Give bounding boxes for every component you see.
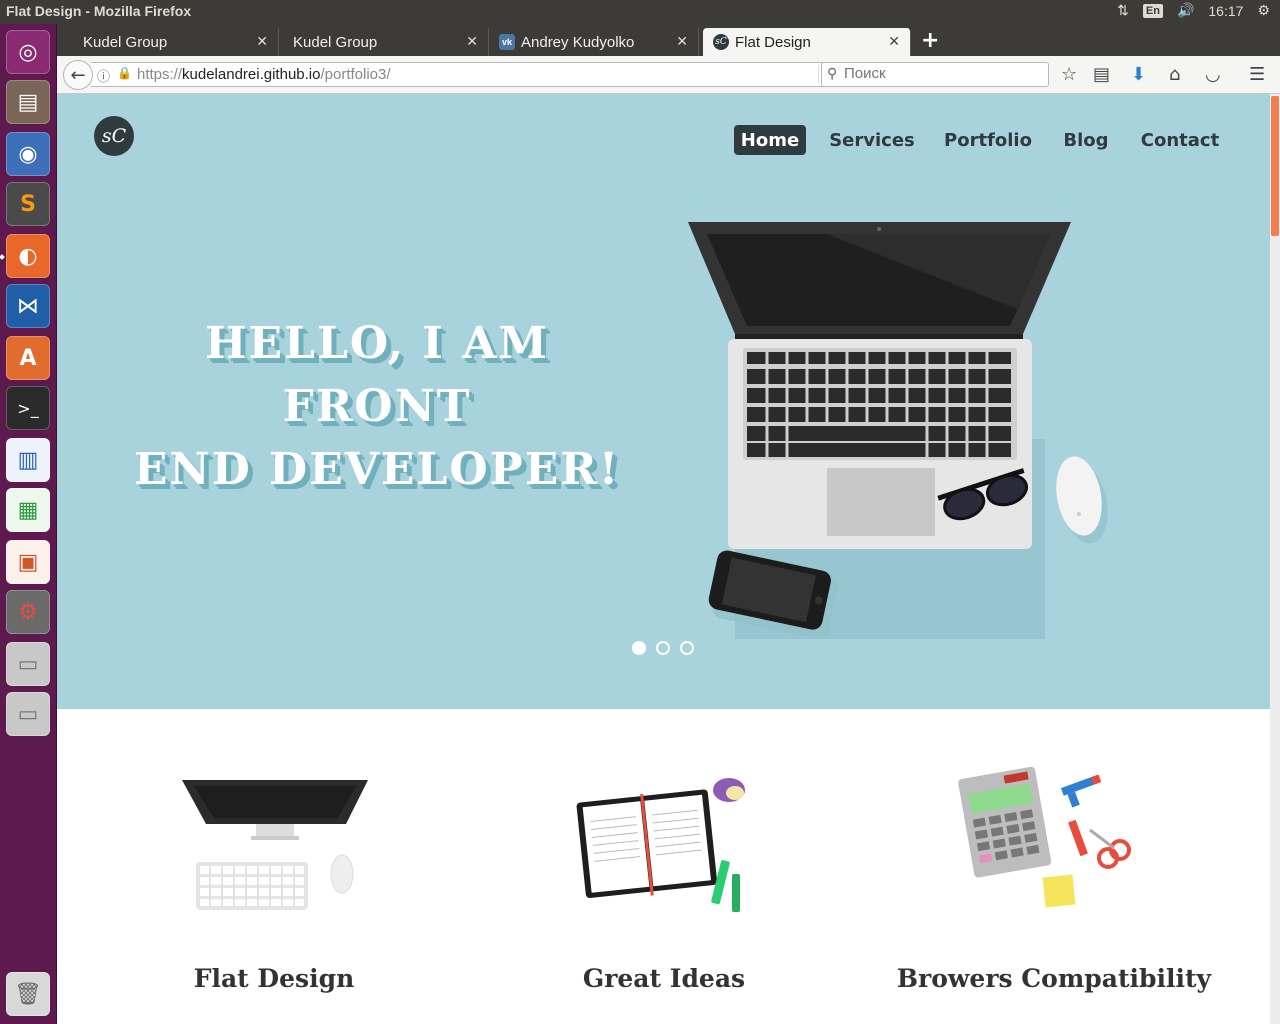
lock-icon: 🔒 <box>117 66 132 80</box>
software-center-icon[interactable]: A <box>6 336 50 380</box>
top-panel: Flat Design - Mozilla Firefox ⇅ En 🔊 16:… <box>0 0 1280 24</box>
tab-label: Flat Design <box>735 33 811 51</box>
tab-flat-design[interactable]: sC Flat Design ✕ <box>703 28 911 56</box>
launcher: ◎ ▤ ◉ S ◐ ⋈ A >_ ▥ ▦ ▣ ⚙ ▭ ▭ 🗑 <box>0 24 57 1024</box>
nav-portfolio[interactable]: Portfolio <box>940 125 1036 155</box>
nav-services[interactable]: Services <box>826 125 918 155</box>
nav-contact[interactable]: Contact <box>1137 125 1223 155</box>
nav-blog[interactable]: Blog <box>1058 125 1114 155</box>
page-scrollbar[interactable] <box>1270 94 1280 1024</box>
hero-headline: HELLO, I AM FRONT END DEVELOPER! <box>117 312 637 501</box>
firefox-icon[interactable]: ◐ <box>6 234 50 278</box>
tab-label: Kudel Group <box>83 33 168 51</box>
bookmark-star-icon[interactable]: ☆ <box>1061 64 1077 85</box>
impress-icon[interactable]: ▣ <box>6 540 50 584</box>
calculator-illustration <box>958 766 1131 908</box>
terminal-icon[interactable]: >_ <box>6 386 50 430</box>
search-bar[interactable]: ⚲ <box>821 62 1049 87</box>
vscode-icon[interactable]: ⋈ <box>6 284 50 328</box>
close-icon[interactable]: ✕ <box>256 33 268 50</box>
headline-line-2: END DEVELOPER! <box>133 444 621 495</box>
url-path: /portfolio3/ <box>320 66 391 83</box>
drive-icon-2[interactable]: ▭ <box>6 692 50 736</box>
slider-dot-2[interactable] <box>656 641 670 655</box>
site-logo[interactable]: sC <box>94 116 134 156</box>
system-settings-icon[interactable]: ⚙ <box>6 590 50 634</box>
tab-kudel-group-2[interactable]: Kudel Group ✕ <box>279 28 489 56</box>
tab-andrey-kudyolko[interactable]: vk Andrey Kudyolko ✕ <box>489 28 699 56</box>
laptop-illustration <box>688 222 1108 639</box>
headline-line-1: HELLO, I AM FRONT <box>204 318 550 432</box>
notebook-illustration <box>576 778 745 912</box>
page-viewport: sC Home Services Portfolio Blog Contact … <box>57 94 1270 1024</box>
keyboard-layout[interactable]: En <box>1142 3 1163 18</box>
arrow-left-icon: ← <box>70 64 86 86</box>
tab-label: Andrey Kudyolko <box>521 33 635 51</box>
drive-icon[interactable]: ▭ <box>6 642 50 686</box>
close-icon[interactable]: ✕ <box>466 33 478 50</box>
slider-dot-3[interactable] <box>680 641 694 655</box>
nav-home[interactable]: Home <box>734 125 806 155</box>
feature-title: Browers Compatibility <box>896 964 1212 993</box>
url-host: kudelandrei.github.io <box>182 66 321 83</box>
search-input[interactable] <box>844 65 1044 82</box>
feature-title: Flat Design <box>193 964 355 993</box>
info-icon[interactable]: ⓘ <box>97 66 110 85</box>
close-icon[interactable]: ✕ <box>888 33 900 50</box>
network-icon[interactable]: ⇅ <box>1117 2 1129 19</box>
url-bar[interactable]: ⓘ 🔒 https://kudelandrei.github.io/portfo… <box>91 62 845 87</box>
menu-icon[interactable]: ☰ <box>1249 64 1265 85</box>
hero-section: sC Home Services Portfolio Blog Contact … <box>57 94 1270 709</box>
url-scheme: https:// <box>137 66 183 83</box>
back-button[interactable]: ← <box>63 60 93 90</box>
panel-indicators: ⇅ En 🔊 16:17 ⚙ <box>1117 2 1270 19</box>
search-icon: ⚲ <box>827 65 838 81</box>
desktop-illustration <box>182 780 368 910</box>
feature-title: Great Ideas <box>582 964 746 993</box>
files-icon[interactable]: ▤ <box>6 80 50 124</box>
vk-icon: vk <box>499 34 515 50</box>
new-tab-button[interactable]: + <box>921 28 939 53</box>
slider-dot-1[interactable] <box>632 641 646 655</box>
calc-icon[interactable]: ▦ <box>6 488 50 532</box>
bookmarks-list-icon[interactable]: ▤ <box>1093 64 1110 85</box>
tab-kudel-group-1[interactable]: Kudel Group ✕ <box>69 28 279 56</box>
slider-dots <box>632 641 694 655</box>
scrollbar-thumb[interactable] <box>1271 96 1279 236</box>
window-title: Flat Design - Mozilla Firefox <box>6 3 192 19</box>
gear-icon[interactable]: ⚙ <box>1257 2 1270 19</box>
site-favicon-icon: sC <box>713 34 729 50</box>
home-icon[interactable]: ⌂ <box>1169 64 1180 85</box>
ubuntu-dash-icon[interactable]: ◎ <box>6 30 50 74</box>
navigation-toolbar: ⓘ 🔒 https://kudelandrei.github.io/portfo… <box>57 56 1280 94</box>
downloads-icon[interactable]: ⬇ <box>1131 64 1146 85</box>
volume-icon[interactable]: 🔊 <box>1177 2 1194 19</box>
url-text[interactable]: https://kudelandrei.github.io/portfolio3… <box>137 66 391 83</box>
close-icon[interactable]: ✕ <box>676 33 688 50</box>
sublime-text-icon[interactable]: S <box>6 182 50 226</box>
writer-icon[interactable]: ▥ <box>6 438 50 482</box>
tab-label: Kudel Group <box>293 33 378 51</box>
pocket-icon[interactable]: ◡ <box>1205 64 1221 85</box>
running-indicator <box>0 254 5 260</box>
clock[interactable]: 16:17 <box>1208 3 1243 19</box>
trash-icon[interactable]: 🗑 <box>6 972 50 1016</box>
tab-bar: Kudel Group ✕ Kudel Group ✕ vk Andrey Ku… <box>57 24 1280 56</box>
chromium-icon[interactable]: ◉ <box>6 132 50 176</box>
